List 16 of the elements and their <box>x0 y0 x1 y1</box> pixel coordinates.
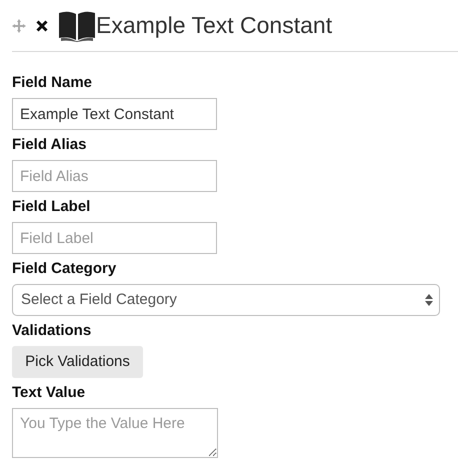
field-label: Field Alias <box>12 135 86 155</box>
close-icon[interactable] <box>36 20 48 32</box>
text-field[interactable]: Example Text Constant <box>12 98 217 130</box>
field-label: Field Label <box>12 197 90 217</box>
book-icon <box>58 10 96 42</box>
field-label: Field Name <box>12 73 92 93</box>
up-down-caret-icon <box>425 294 433 306</box>
select-field[interactable]: Select a Field Category <box>12 284 440 316</box>
field-label: Validations <box>12 321 92 341</box>
text-value-area[interactable]: You Type the Value Here <box>12 408 218 458</box>
header-title: Example Text Constant <box>96 11 332 40</box>
text-field[interactable]: Field Label <box>12 222 217 254</box>
pick-validations-button[interactable]: Pick Validations <box>12 346 143 378</box>
text-field[interactable]: Field Alias <box>12 160 217 192</box>
field-label: Field Category <box>12 259 116 279</box>
field-label: Text Value <box>12 383 86 403</box>
